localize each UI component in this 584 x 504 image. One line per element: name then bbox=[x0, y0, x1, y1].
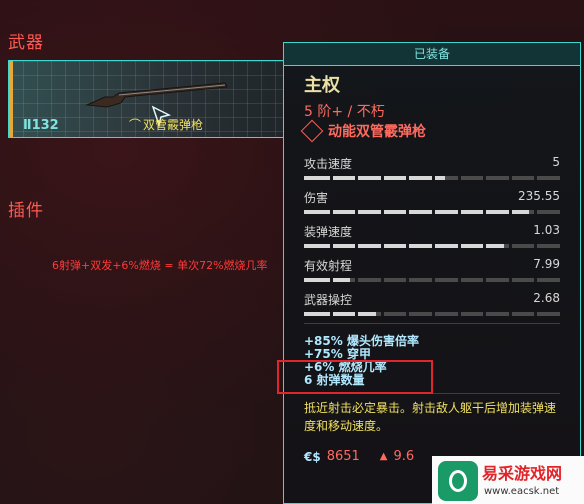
level-icon: Ⅱ bbox=[23, 118, 32, 133]
weapon-tier: 5 阶+ / 不朽 bbox=[304, 104, 385, 120]
stat-value: 235.55 bbox=[518, 189, 560, 203]
stat-bar bbox=[304, 278, 560, 282]
stat-bar bbox=[304, 312, 560, 316]
stat-label: 攻击速度 bbox=[304, 157, 353, 171]
divider bbox=[304, 323, 560, 324]
stat-row: 装弹速度 1.03 bbox=[304, 223, 560, 248]
weapon-type-icon: ⌒ bbox=[129, 118, 142, 132]
weapon-type: 主权 bbox=[304, 75, 340, 96]
site-logo: 易采游戏网 www.eacsk.net bbox=[432, 456, 584, 504]
weapons-section-title: 武器 bbox=[8, 33, 44, 53]
weapon-name: 动能双管霰弹枪 bbox=[328, 124, 426, 140]
stat-value: 5 bbox=[552, 155, 560, 169]
panel-header: 已装备 bbox=[284, 43, 580, 66]
stat-bar bbox=[304, 244, 560, 248]
stat-value: 2.68 bbox=[533, 291, 560, 305]
stat-row: 伤害 235.55 bbox=[304, 189, 560, 214]
weapon-card-name-text: 双管霰弹枪 bbox=[143, 118, 204, 132]
stat-row: 有效射程 7.99 bbox=[304, 257, 560, 282]
weight-value: 9.6 bbox=[393, 449, 415, 464]
stat-row: 攻击速度 5 bbox=[304, 155, 560, 180]
stat-value: 1.03 bbox=[533, 223, 560, 237]
mods-section-title: 插件 bbox=[8, 201, 44, 221]
stat-row: 武器操控 2.68 bbox=[304, 291, 560, 316]
weapon-level-value: 132 bbox=[31, 118, 59, 133]
annotation-note: 6射弹+双发+6%燃烧 = 单次72%燃烧几率 bbox=[52, 259, 268, 272]
item-tooltip-panel: 已装备 主权 5 阶+ / 不朽 动能双管霰弹枪 攻击速度 5 伤害 235.5… bbox=[283, 42, 581, 504]
stat-bar bbox=[304, 176, 560, 180]
weapon-name-row: 动能双管霰弹枪 bbox=[300, 119, 426, 143]
weapon-description: 抵近射击必定暴击。射击敌人躯干后增加装弹速度和移动速度。 bbox=[304, 401, 557, 433]
price-value: 8651 bbox=[326, 449, 360, 464]
stat-bar bbox=[304, 210, 560, 214]
logo-title: 易采游戏网 bbox=[482, 464, 563, 483]
price-row: €$ 8651 ▲ 9.6 bbox=[304, 449, 414, 464]
stat-label: 武器操控 bbox=[304, 293, 353, 307]
stat-value: 7.99 bbox=[533, 257, 560, 271]
weight-icon: ▲ bbox=[379, 451, 388, 462]
highlight-annotation-box bbox=[277, 360, 433, 394]
tech-diamond-icon bbox=[300, 119, 324, 143]
eurodollar-icon: €$ bbox=[304, 449, 321, 464]
weapon-card[interactable]: Ⅱ132 ⌒ 双管霰弹枪 bbox=[8, 60, 284, 138]
card-accent-stripe bbox=[9, 61, 13, 137]
stat-label: 装弹速度 bbox=[304, 225, 353, 239]
weapon-card-name: ⌒ 双管霰弹枪 bbox=[129, 116, 203, 133]
weapon-level: Ⅱ132 bbox=[23, 118, 59, 133]
logo-mark-icon bbox=[438, 461, 478, 501]
logo-url: www.eacsk.net bbox=[484, 486, 560, 497]
stat-label: 有效射程 bbox=[304, 259, 353, 273]
